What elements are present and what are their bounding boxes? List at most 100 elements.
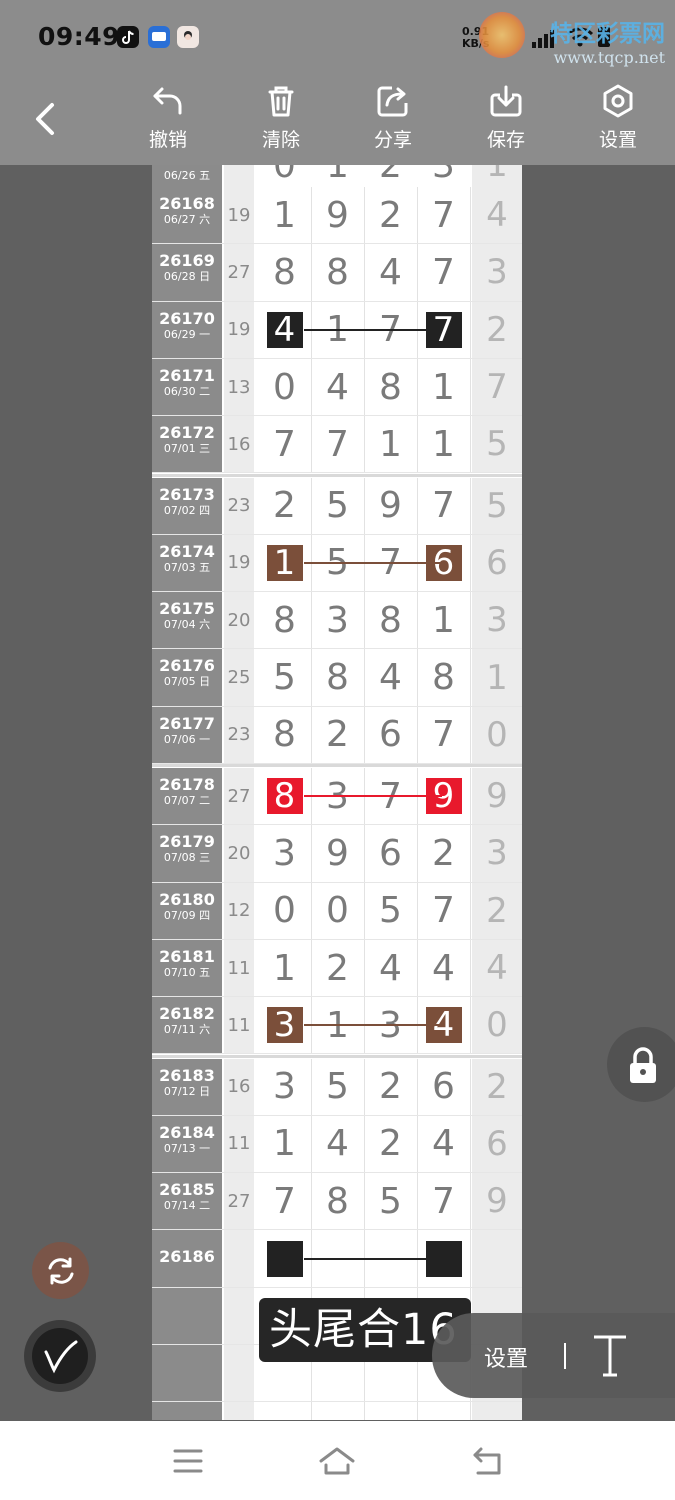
text-tool-button[interactable]: [590, 1327, 630, 1383]
pen-button[interactable]: [24, 1320, 96, 1392]
grid-line: [311, 1402, 312, 1420]
issue-date: 07/01 三: [163, 442, 211, 456]
tail-cell: 4: [472, 939, 522, 997]
group-separator: [152, 764, 522, 767]
draw-row: 26185 07/14 二 27 7 8 5 7 9: [152, 1173, 522, 1231]
draw-row: 26178 07/07 二 27 8 3 7 9 9: [152, 768, 522, 826]
lottery-chart-sheet[interactable]: 06/26 五 0 1 2 3 1 26168 06/27 六 19 1 9 2 7 4 261…: [152, 165, 522, 1420]
grid-line: [470, 592, 471, 649]
share-icon: [377, 86, 408, 117]
issue-date: 07/06 一: [163, 732, 211, 746]
issue-date: 07/07 二: [163, 794, 211, 807]
menu-icon[interactable]: [172, 1447, 204, 1475]
issue-date: 06/30 二: [163, 384, 211, 398]
issue-cell: 26169 06/28 日: [152, 244, 222, 301]
digit-cell: 6: [379, 832, 402, 874]
issue-number: 26170: [159, 308, 215, 328]
empty-row: [152, 1402, 522, 1420]
download-icon: [490, 85, 522, 117]
issue-cell: 26176 07/05 日: [152, 649, 222, 706]
digit-cell: 1: [273, 947, 296, 989]
sum-cell: 27: [224, 768, 254, 825]
save-button[interactable]: 保存: [471, 83, 541, 152]
digit-cell: 1: [273, 1123, 296, 1165]
digit-cell: 7: [273, 423, 296, 465]
issue-cell: 26186: [152, 1230, 222, 1287]
sum-cell: 23: [224, 706, 254, 763]
issue-cell: 26174 07/03 五: [152, 534, 222, 592]
group-separator: [152, 473, 522, 477]
digit-cell: 0: [273, 890, 296, 932]
sum-cell: 20: [224, 592, 254, 649]
issue-date: 06/28 日: [163, 270, 211, 284]
grid-line: [470, 301, 471, 358]
digit-cell: 8: [326, 251, 349, 293]
panel-settings-button[interactable]: 设置: [484, 1341, 528, 1373]
issue-number: 26184: [159, 1122, 215, 1142]
settings-button[interactable]: 设置: [583, 83, 653, 152]
sum-cell: 16: [224, 416, 254, 473]
digit-cell: 7: [432, 194, 455, 236]
draw-row: 26168 06/27 六 19 1 9 2 7 4: [152, 187, 522, 245]
grid-line: [470, 1173, 471, 1230]
home-icon[interactable]: [318, 1445, 356, 1477]
digit-cell: 2: [432, 832, 455, 874]
issue-cell: 26170 06/29 一: [152, 301, 222, 358]
issue-cell: 26184 07/13 一: [152, 1115, 222, 1173]
lock-button[interactable]: [607, 1027, 675, 1102]
issue-number: 26175: [159, 599, 215, 619]
digit-cell: 1: [432, 423, 455, 465]
clear-button[interactable]: 清除: [246, 83, 316, 152]
sum-cell: 11: [224, 997, 254, 1054]
issue-cell: 26171 06/30 二: [152, 358, 222, 416]
issue-cell: 26178 07/07 二: [152, 768, 222, 825]
message-app-icon: [148, 26, 170, 48]
tail-cell: 9: [472, 768, 522, 825]
back-button[interactable]: [28, 99, 64, 139]
tail-cell: 2: [472, 301, 522, 358]
share-button[interactable]: 分享: [358, 83, 428, 152]
sum-cell: 19: [224, 534, 254, 592]
issue-number: 26182: [159, 1004, 215, 1024]
undo-button[interactable]: 撤销: [133, 83, 203, 152]
issue-cell: 26180 07/09 四: [152, 882, 222, 939]
issue-number: 26173: [159, 484, 215, 504]
draw-row: 26180 07/09 四 12 0 0 5 7 2: [152, 882, 522, 940]
issue-number: 26183: [159, 1065, 215, 1085]
issue-cell: 26168 06/27 六: [152, 187, 222, 244]
grid-line: [470, 825, 471, 882]
issue-date: 07/08 三: [163, 851, 211, 865]
grid-line: [470, 187, 471, 244]
connector-line: [304, 1257, 442, 1260]
sum-cell: [224, 1402, 254, 1420]
issue-date: 07/05 日: [163, 675, 211, 689]
back-icon[interactable]: [470, 1445, 504, 1477]
issue-number: 26185: [159, 1180, 215, 1200]
grid-line: [470, 939, 471, 997]
lock-icon: [630, 1047, 656, 1083]
digit-cell: 5: [379, 1180, 402, 1222]
issue-cell: [152, 1287, 222, 1344]
issue-number: 26181: [159, 946, 215, 966]
draw-row: 26181 07/10 五 11 1 2 4 4 4: [152, 939, 522, 998]
issue-number: 26176: [159, 656, 215, 676]
undo-icon: [153, 87, 182, 115]
digit-cell: 8: [273, 251, 296, 293]
grid-line: [364, 1402, 365, 1420]
digit-cell: 5: [326, 1066, 349, 1108]
avatar-app-icon: [177, 26, 199, 48]
digit-cell: 1: [326, 165, 349, 186]
text-tool-panel: 设置: [432, 1313, 675, 1398]
issue-date: 07/02 四: [163, 503, 211, 517]
digit-cell: 8: [326, 1180, 349, 1222]
chevron-left-icon: [36, 103, 54, 135]
sync-button[interactable]: [32, 1242, 89, 1299]
digit-cell: 8: [273, 599, 296, 641]
draw-row: 26174 07/03 五 19 1 5 7 6 6: [152, 534, 522, 593]
tail-cell: 1: [472, 165, 522, 187]
issue-cell: 26175 07/04 六: [152, 592, 222, 649]
sum-cell: 12: [224, 882, 254, 939]
issue-number: 26177: [159, 713, 215, 733]
sum-cell: 16: [224, 1058, 254, 1115]
connector-line: [304, 795, 442, 798]
